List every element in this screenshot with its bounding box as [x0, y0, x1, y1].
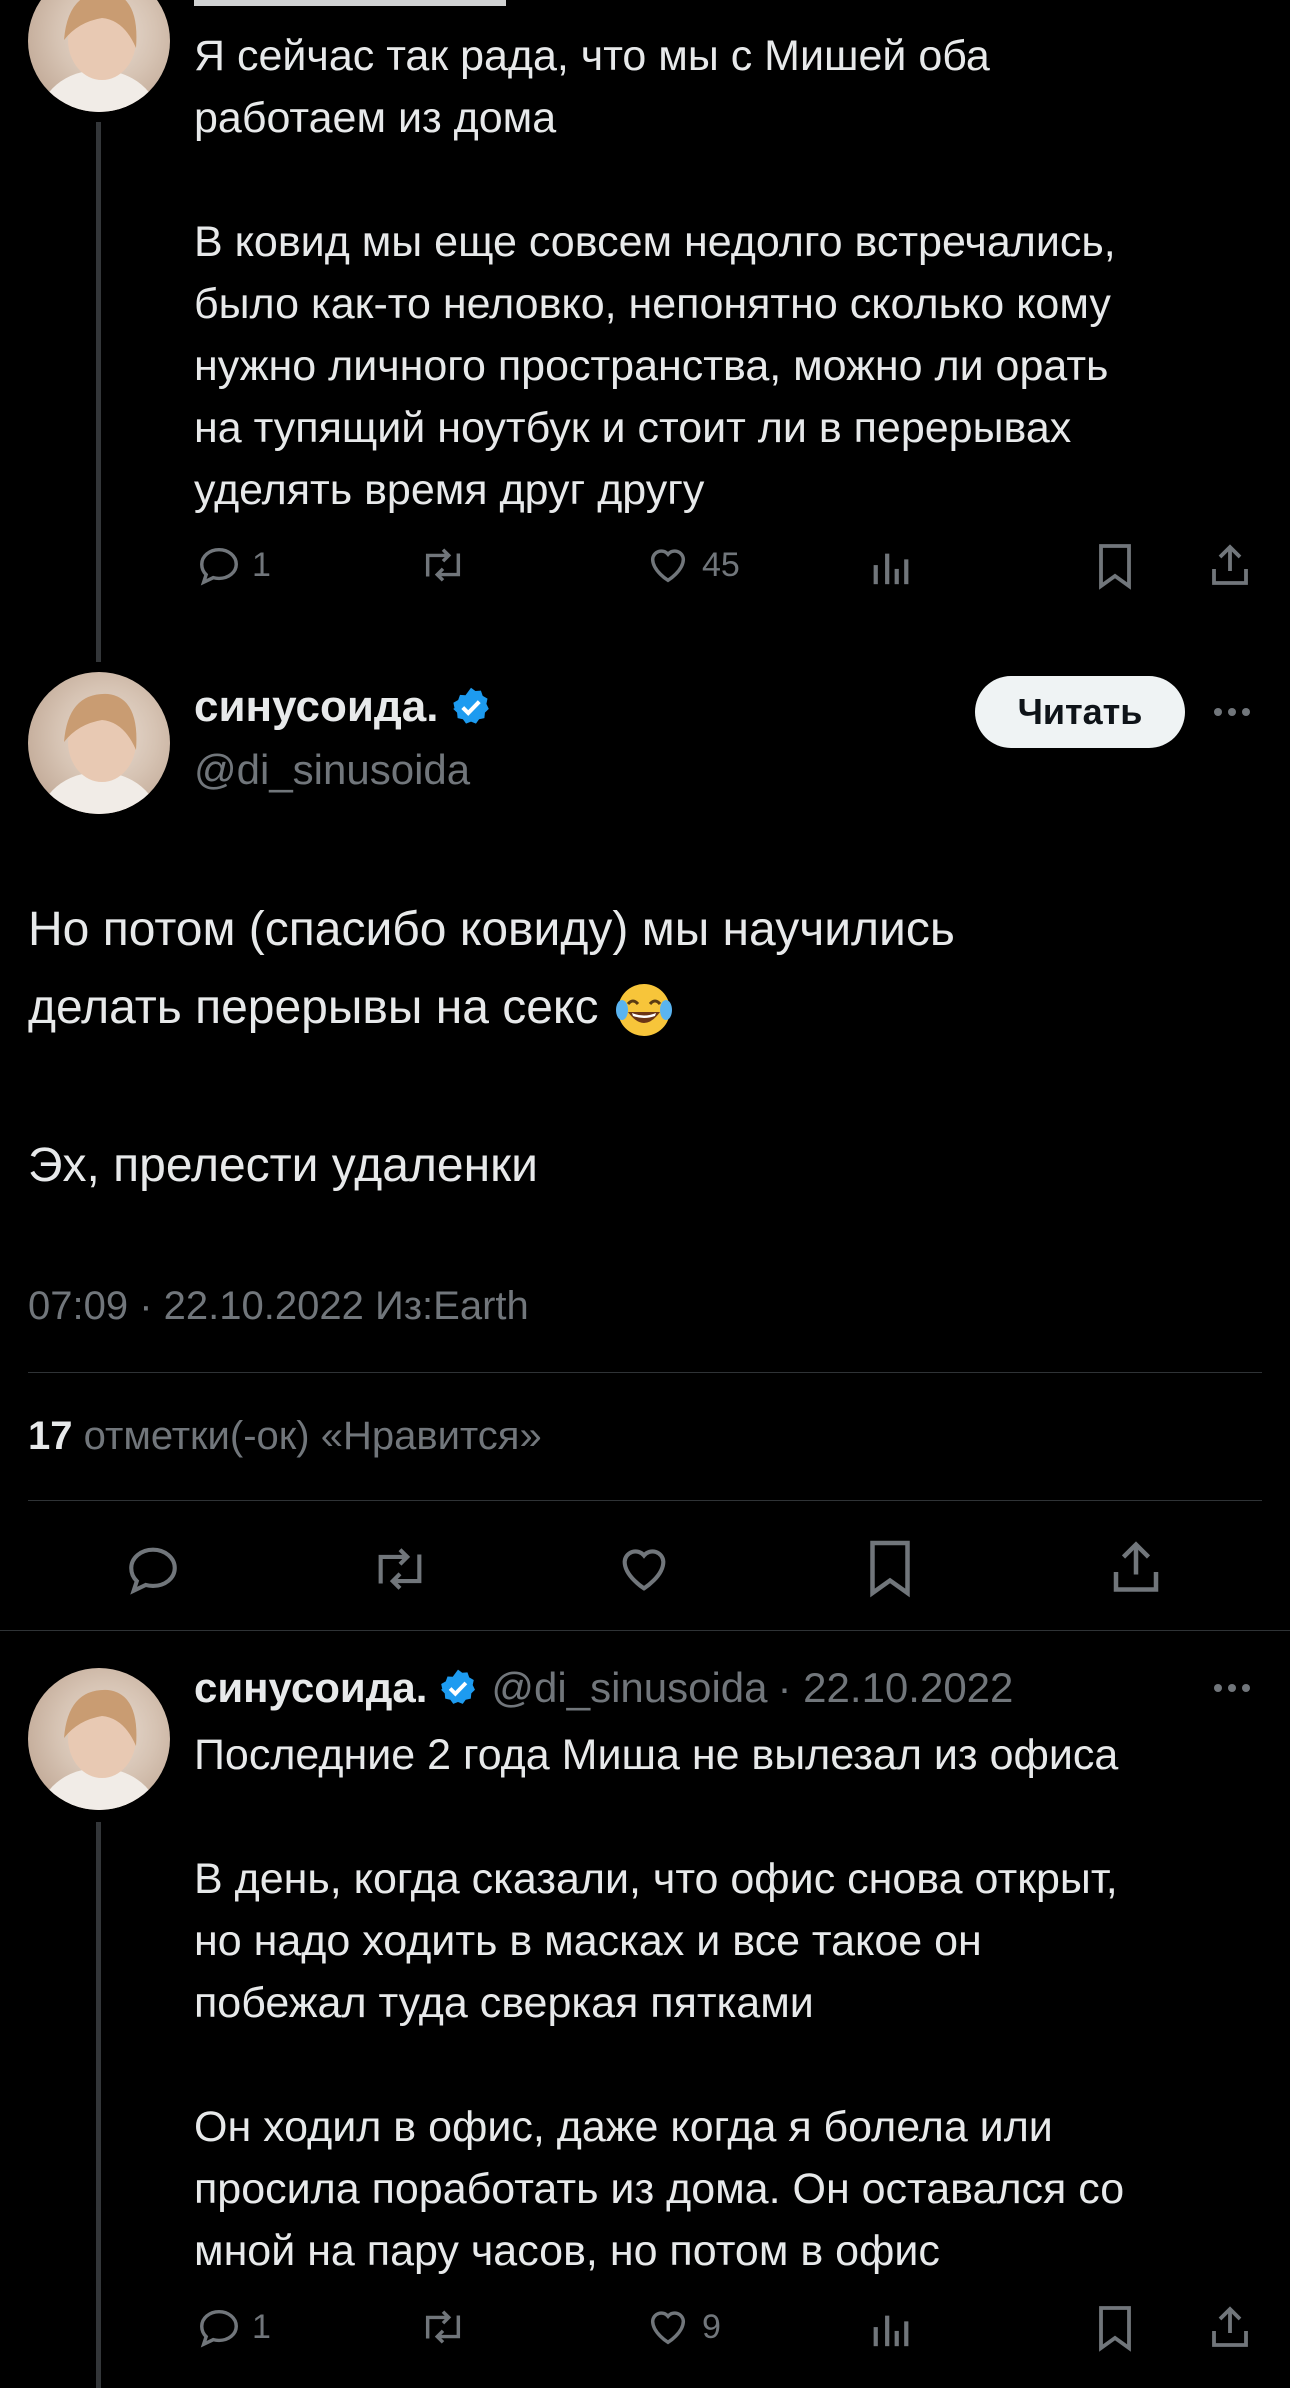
author-name-row[interactable]: синусоида.	[194, 682, 493, 732]
avatar[interactable]	[28, 672, 170, 814]
retweet-button[interactable]	[418, 542, 468, 588]
retweet-icon	[378, 1548, 422, 1590]
thread-line	[96, 122, 101, 662]
share-button[interactable]	[1206, 2302, 1254, 2352]
bookmark-icon	[1099, 544, 1131, 590]
tweet-date[interactable]: · 22.10.2022	[778, 1664, 1014, 1712]
like-count: 9	[702, 2307, 721, 2346]
reply-icon	[200, 2309, 238, 2348]
like-button[interactable]: 9	[644, 2304, 721, 2350]
retweet-icon	[425, 548, 461, 582]
handle[interactable]: @di_sinusoida	[194, 746, 470, 794]
thread-line	[96, 1822, 101, 2388]
reply-count: 1	[252, 2307, 271, 2346]
reply-icon	[129, 1547, 177, 1595]
reply-icon	[200, 547, 238, 586]
likes-summary[interactable]: 17 отметки(-ок) «Нравится»	[28, 1414, 542, 1459]
avatar[interactable]	[28, 1668, 170, 1810]
reply-button[interactable]: 1	[196, 542, 271, 588]
share-button[interactable]	[1206, 540, 1254, 590]
bookmark-button[interactable]	[1094, 542, 1136, 590]
bookmark-icon	[870, 1540, 910, 1598]
like-count: 45	[702, 545, 740, 584]
laughing-emoji-icon	[614, 978, 674, 1038]
like-icon	[650, 2311, 686, 2345]
reply-count: 1	[252, 545, 271, 584]
bookmark-button[interactable]	[1094, 2304, 1136, 2352]
views-button[interactable]	[868, 2308, 914, 2350]
follow-label: Читать	[1017, 691, 1143, 732]
verified-icon	[441, 1669, 476, 1704]
likes-count: 17	[28, 1414, 73, 1458]
avatar[interactable]	[28, 0, 170, 112]
display-name[interactable]: синусоида.	[194, 1664, 427, 1712]
main-tweet-line1: Но потом (спасибо ковиду) мы научились	[28, 903, 955, 956]
bookmark-button[interactable]	[864, 1538, 916, 1598]
likes-label: отметки(-ок) «Нравится»	[83, 1414, 542, 1458]
divider	[28, 1500, 1262, 1501]
retweet-button[interactable]	[368, 1540, 432, 1598]
divider	[0, 1630, 1290, 1631]
reply-button[interactable]: 1	[196, 2304, 271, 2350]
share-icon	[1212, 544, 1248, 585]
retweet-icon	[425, 2310, 461, 2344]
main-tweet-line2-row: делать перерывы на секс 😂	[28, 978, 674, 1038]
reply-author-row[interactable]: синусоида. @di_sinusoida · 22.10.2022	[194, 1664, 1013, 1712]
bookmark-icon	[1099, 2306, 1131, 2352]
main-tweet-line3: Эх, прелести удаленки	[28, 1139, 538, 1192]
verified-icon	[452, 687, 489, 724]
handle[interactable]: @di_sinusoida	[491, 1664, 767, 1712]
retweet-button[interactable]	[418, 2304, 468, 2350]
views-button[interactable]	[868, 546, 914, 588]
like-icon	[622, 1549, 666, 1591]
views-icon	[873, 553, 909, 585]
tweet-text: Я сейчас так рада, что мы с Мишей оба ра…	[194, 32, 1116, 514]
main-tweet-line2: делать перерывы на секс	[28, 981, 599, 1034]
share-icon	[1113, 1541, 1159, 1592]
more-icon[interactable]	[1214, 1684, 1250, 1692]
tweet-meta: 07:09 · 22.10.2022 Из:Earth	[28, 1284, 529, 1328]
like-button[interactable]: 45	[644, 542, 740, 588]
tweet-text: Последние 2 года Миша не вылезал из офис…	[194, 1731, 1125, 2275]
divider	[28, 1372, 1262, 1373]
like-button[interactable]	[614, 1540, 674, 1598]
share-icon	[1212, 2306, 1248, 2347]
views-icon	[873, 2315, 909, 2347]
reply-button[interactable]	[124, 1540, 182, 1598]
follow-button[interactable]: Читать	[975, 676, 1185, 748]
like-icon	[650, 549, 686, 583]
share-button[interactable]	[1106, 1536, 1166, 1598]
cutoff-header-remnant	[194, 0, 714, 6]
display-name[interactable]: синусоида.	[194, 682, 439, 732]
more-icon[interactable]	[1214, 708, 1250, 716]
